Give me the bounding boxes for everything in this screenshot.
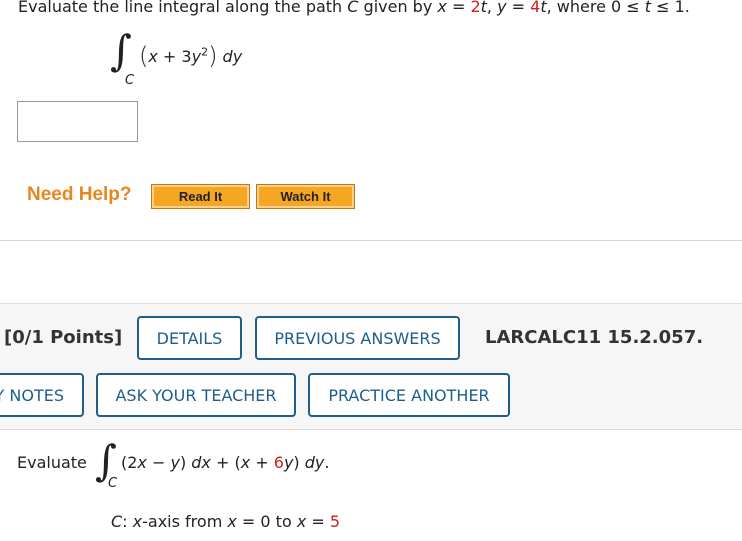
period: . [324, 453, 330, 472]
x-variable: x [240, 453, 251, 472]
range-end: ≤ 1. [651, 0, 690, 16]
need-help-label: Need Help? [27, 184, 132, 205]
differential: dy [304, 453, 325, 472]
x-variable: x [227, 512, 237, 531]
practice-another-button[interactable]: PRACTICE ANOTHER [308, 373, 510, 417]
path-text: -axis from [142, 512, 228, 531]
equals: = [446, 0, 471, 16]
read-it-button[interactable]: Read It [151, 184, 250, 209]
expr-part: ) [293, 453, 305, 472]
equals: = [506, 0, 531, 16]
y-variable: y [191, 47, 202, 66]
expr-part: ) [179, 453, 192, 472]
path-variable: C [111, 512, 123, 531]
x-variable: x [296, 512, 307, 531]
expr-part: + ( [210, 453, 241, 472]
y-variable: y [170, 453, 180, 472]
statement-text: Evaluate the line integral along the pat… [18, 0, 348, 16]
path-description: C: x-axis from x = 0 to x = 5 [111, 512, 340, 531]
plus: + [250, 453, 274, 472]
ask-teacher-button[interactable]: ASK YOUR TEACHER [96, 373, 296, 417]
details-button[interactable]: DETAILS [137, 316, 242, 360]
x-coefficient: 2 [470, 0, 481, 16]
integral-symbol: ∫ [110, 26, 132, 75]
end-value: 5 [329, 512, 341, 531]
expr-part: (2 [121, 453, 138, 472]
minus: − [146, 453, 171, 472]
integrand: (2x − y) dx + (x + 6y) dy. [121, 453, 329, 472]
path-variable: C [347, 0, 359, 16]
problem-code: LARCALC11 15.2.057. [485, 327, 704, 348]
x-variable: x [137, 453, 147, 472]
integral-subscript: C [108, 476, 118, 491]
open-paren: ( [139, 42, 149, 70]
x-variable: x [437, 0, 447, 16]
answer-input[interactable] [17, 101, 138, 142]
colon: : [122, 512, 133, 531]
differential: dx [191, 453, 211, 472]
separator: , [486, 0, 498, 16]
x-variable: x [148, 47, 158, 66]
points-label: [0/1 Points] [4, 327, 123, 348]
section-divider [0, 240, 742, 241]
integral-subscript: C [125, 73, 135, 88]
x-variable: x [132, 512, 143, 531]
differential: dy [222, 47, 243, 66]
evaluate-label: Evaluate [17, 453, 87, 472]
integrand: (x + 3y2) dy [139, 42, 242, 70]
problem1-statement: Evaluate the line integral along the pat… [18, 0, 690, 16]
statement-text: given by [358, 0, 438, 16]
equals: = [306, 512, 330, 531]
y-coefficient: 4 [530, 0, 541, 16]
previous-answers-button[interactable]: PREVIOUS ANSWERS [255, 316, 460, 360]
range-text: , where 0 ≤ [546, 0, 645, 16]
path-text: = 0 to [236, 512, 297, 531]
y-variable: y [283, 453, 294, 472]
plus-term: + 3 [157, 47, 192, 66]
y-coefficient: 6 [273, 453, 284, 472]
my-notes-button[interactable]: Y NOTES [0, 373, 84, 417]
close-paren: ) [208, 42, 218, 70]
watch-it-button[interactable]: Watch It [256, 184, 355, 209]
y-variable: y [497, 0, 507, 16]
